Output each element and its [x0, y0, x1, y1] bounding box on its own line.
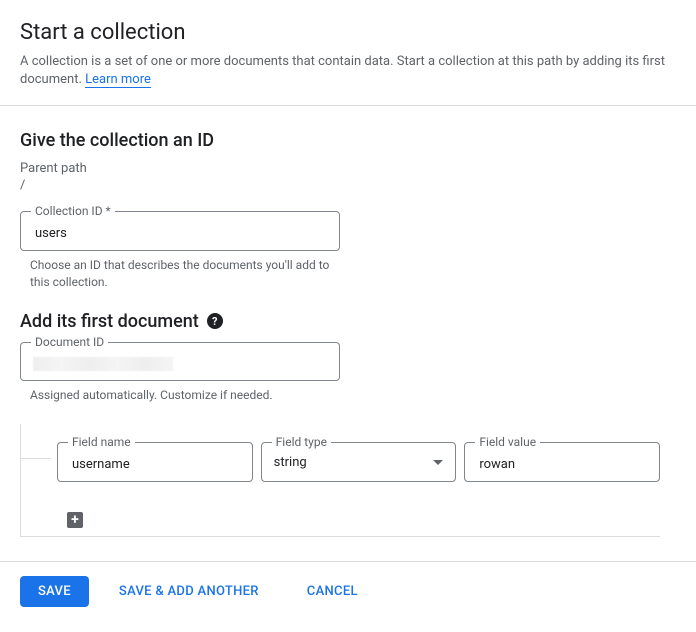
- field-value-label: Field value: [475, 435, 540, 449]
- collection-id-input[interactable]: [33, 225, 327, 242]
- parent-path-value: /: [20, 178, 676, 193]
- field-type-label: Field type: [272, 435, 331, 449]
- collection-id-heading: Give the collection an ID: [20, 130, 676, 151]
- document-id-label: Document ID: [31, 335, 108, 349]
- document-id-value-redacted: [33, 357, 173, 371]
- header-section: Start a collection A collection is a set…: [0, 0, 696, 89]
- field-name-input[interactable]: [70, 456, 240, 473]
- save-button[interactable]: SAVE: [20, 576, 89, 607]
- collection-id-field[interactable]: Collection ID *: [20, 211, 340, 251]
- collection-id-helper: Choose an ID that describes the document…: [30, 257, 330, 291]
- learn-more-link[interactable]: Learn more: [85, 72, 151, 88]
- row-connector: [21, 458, 51, 459]
- parent-path-label: Parent path: [20, 161, 676, 176]
- help-icon[interactable]: ?: [207, 313, 223, 329]
- save-add-another-button[interactable]: SAVE & ADD ANOTHER: [101, 576, 277, 607]
- page-description: A collection is a set of one or more doc…: [20, 53, 676, 89]
- page-title: Start a collection: [20, 20, 676, 45]
- cancel-button[interactable]: CANCEL: [289, 576, 376, 607]
- field-name-field[interactable]: Field name: [57, 442, 253, 482]
- document-id-helper: Assigned automatically. Customize if nee…: [30, 387, 330, 404]
- add-field-button[interactable]: [67, 512, 83, 528]
- footer-actions: SAVE SAVE & ADD ANOTHER CANCEL: [0, 561, 696, 621]
- field-type-value: string: [274, 455, 434, 470]
- field-name-label: Field name: [68, 435, 135, 449]
- field-value-field[interactable]: Field value: [464, 442, 660, 482]
- document-id-field[interactable]: Document ID: [20, 342, 340, 381]
- first-document-heading: Add its first document: [20, 311, 199, 332]
- field-type-field[interactable]: Field type string: [261, 442, 457, 482]
- collection-id-label: Collection ID *: [31, 204, 115, 218]
- body-section: Give the collection an ID Parent path / …: [0, 106, 696, 536]
- field-value-input[interactable]: [477, 456, 647, 473]
- field-row-container: Field name Field type string Field value: [20, 424, 660, 537]
- chevron-down-icon: [433, 460, 443, 465]
